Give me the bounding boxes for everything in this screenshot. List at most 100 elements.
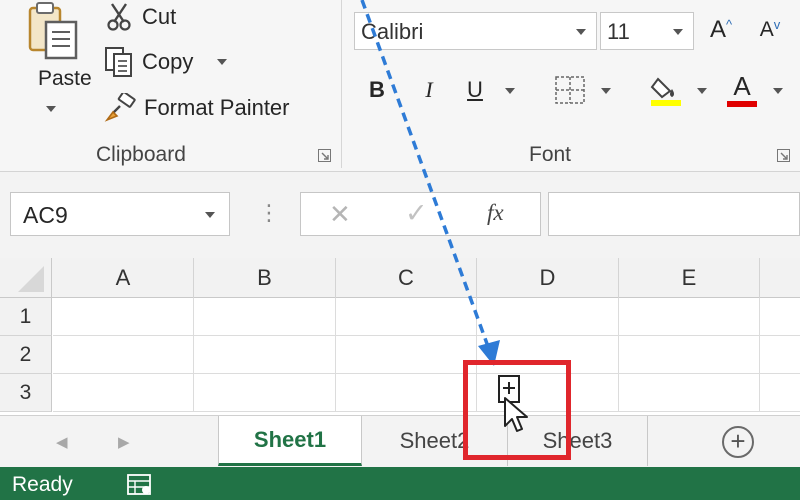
underline-button[interactable]: U [460, 72, 490, 108]
row-header-1[interactable]: 1 [0, 298, 52, 336]
fill-bucket-icon [650, 77, 681, 106]
insert-function-button[interactable]: fx [487, 200, 504, 226]
cell[interactable] [619, 374, 760, 412]
font-size-combobox[interactable]: 11 [600, 12, 694, 50]
row-header-3[interactable]: 3 [0, 374, 52, 412]
grow-font-icon: A [709, 16, 726, 43]
underline-icon: U [467, 77, 483, 102]
format-painter-button[interactable]: Format Painter [104, 91, 290, 125]
cell[interactable] [53, 374, 194, 412]
column-header-c[interactable]: C [336, 258, 477, 298]
column-header-f[interactable] [760, 258, 800, 298]
shrink-font-caret: v [773, 16, 781, 32]
row-header-2[interactable]: 2 [0, 336, 52, 374]
borders-icon [555, 76, 585, 104]
bold-button[interactable]: B [362, 72, 392, 108]
cell[interactable] [194, 298, 336, 336]
cell[interactable] [194, 336, 336, 374]
sheet-tab-sheet1[interactable]: Sheet1 [218, 416, 362, 466]
cell[interactable] [760, 336, 800, 374]
macro-recording-icon[interactable] [126, 472, 154, 496]
borders-button[interactable] [550, 72, 590, 108]
fill-color-dropdown-icon[interactable] [697, 88, 707, 94]
scroll-tabs-left-icon[interactable]: ◀ [56, 433, 68, 451]
cell[interactable] [477, 336, 619, 374]
select-all-icon [18, 266, 44, 292]
worksheet-grid: A B C D E 1 2 3 [0, 258, 800, 415]
add-sheet-button[interactable]: + [722, 426, 754, 458]
cut-label: Cut [142, 4, 177, 29]
scroll-tabs-right-icon[interactable]: ▶ [118, 433, 130, 451]
font-name-value: Calibri [361, 19, 424, 44]
name-box[interactable]: AC9 [10, 192, 230, 236]
scissors-icon [107, 3, 131, 31]
fill-color-button[interactable] [646, 72, 686, 108]
enter-entry-button[interactable]: ✓ [405, 198, 428, 229]
sheet-tabs-bar: ◀ ▶ Sheet1 Sheet2 Sheet3 + [0, 415, 800, 467]
bold-icon: B [369, 77, 385, 102]
cell[interactable] [477, 374, 619, 412]
column-header-a[interactable]: A [53, 258, 194, 298]
clipboard-group-label: Clipboard [96, 143, 186, 166]
ribbon: Paste Cut Copy Format Painter Clipboard … [0, 0, 800, 172]
borders-dropdown-icon[interactable] [601, 88, 611, 94]
paste-icon [28, 2, 78, 60]
shrink-font-button[interactable]: Av [752, 12, 788, 48]
grow-font-button[interactable]: A ^ [703, 12, 739, 48]
font-size-dropdown-icon[interactable] [673, 29, 683, 35]
name-box-value: AC9 [23, 202, 68, 228]
cell[interactable] [477, 298, 619, 336]
font-color-swatch [727, 101, 757, 107]
formula-bar-separator[interactable]: ⋮ [258, 200, 280, 226]
copy-icon [105, 47, 132, 77]
select-all-button[interactable] [0, 258, 52, 298]
status-bar: Ready [0, 467, 800, 500]
cell[interactable] [336, 336, 477, 374]
cell[interactable] [53, 336, 194, 374]
cell[interactable] [53, 298, 194, 336]
font-color-button[interactable]: A [722, 72, 762, 108]
italic-button[interactable]: I [414, 72, 444, 108]
cut-button[interactable]: Cut [104, 0, 176, 34]
column-header-d[interactable]: D [477, 258, 619, 298]
paste-label: Paste [38, 67, 92, 90]
paste-button[interactable]: Paste [16, 0, 92, 125]
column-header-row: A B C D E [0, 258, 800, 298]
group-separator [341, 0, 342, 168]
paste-dropdown-icon[interactable] [46, 106, 56, 112]
copy-dropdown-icon[interactable] [217, 59, 228, 65]
formula-bar: AC9 ⋮ ✕ ✓ fx [0, 172, 800, 258]
font-group-label: Font [529, 143, 572, 166]
column-header-b[interactable]: B [194, 258, 336, 298]
column-header-e[interactable]: E [619, 258, 760, 298]
cell[interactable] [760, 298, 800, 336]
font-name-combobox[interactable]: Calibri [354, 12, 597, 50]
font-color-icon: A [733, 71, 751, 101]
formula-input[interactable] [548, 192, 800, 236]
shrink-font-icon: A [759, 18, 774, 41]
italic-icon: I [425, 77, 433, 102]
clipboard-dialog-launcher-icon[interactable] [318, 149, 331, 162]
font-size-value: 11 [607, 19, 630, 44]
font-color-dropdown-icon[interactable] [773, 88, 783, 94]
cancel-entry-button[interactable]: ✕ [329, 199, 351, 230]
status-ready-text: Ready [12, 473, 73, 496]
cell[interactable] [336, 374, 477, 412]
font-name-dropdown-icon[interactable] [576, 29, 586, 35]
cell[interactable] [619, 298, 760, 336]
format-painter-label: Format Painter [144, 95, 290, 120]
name-box-dropdown-icon[interactable] [205, 212, 215, 218]
cell[interactable] [760, 374, 800, 412]
paintbrush-icon [104, 93, 136, 122]
copy-label: Copy [142, 49, 194, 74]
underline-dropdown-icon[interactable] [505, 88, 515, 94]
grow-font-caret: ^ [725, 16, 733, 32]
cell[interactable] [336, 298, 477, 336]
font-dialog-launcher-icon[interactable] [777, 149, 790, 162]
cell[interactable] [194, 374, 336, 412]
sheet-tab-sheet2[interactable]: Sheet2 [362, 416, 508, 466]
cell[interactable] [619, 336, 760, 374]
copy-button[interactable]: Copy [104, 45, 228, 79]
formula-buttons: ✕ ✓ fx [300, 192, 541, 236]
sheet-tab-sheet3[interactable]: Sheet3 [508, 416, 648, 466]
